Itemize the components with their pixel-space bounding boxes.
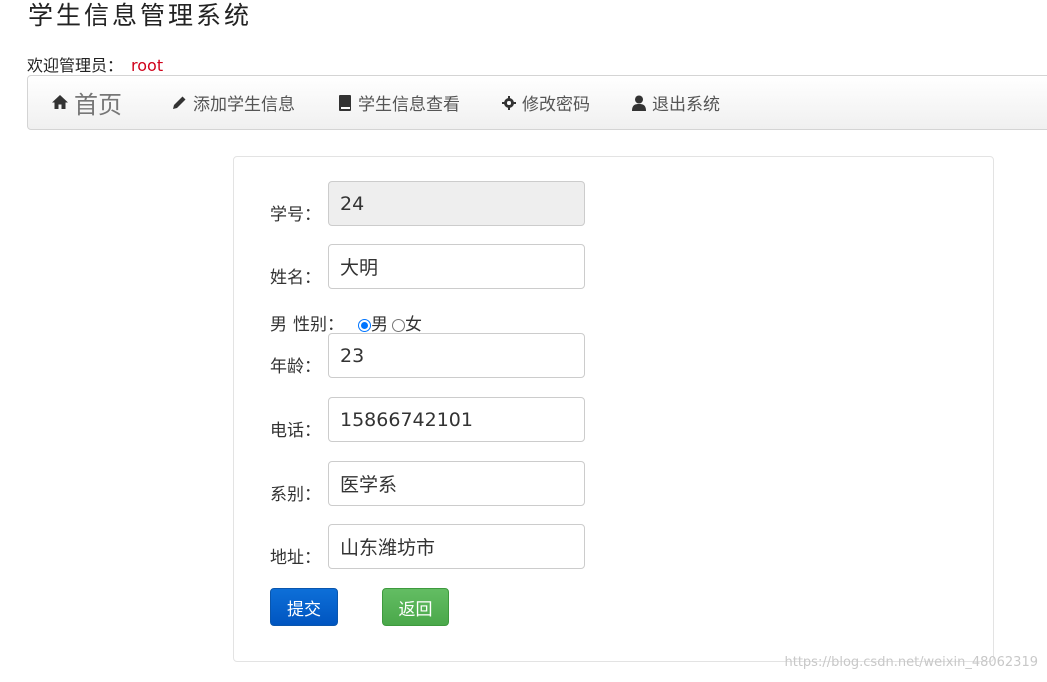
student-id-field[interactable] [328, 181, 585, 226]
welcome-label: 欢迎管理员： [27, 56, 124, 75]
department-field[interactable] [328, 461, 585, 506]
name-label: 姓名： [270, 268, 321, 288]
username: root [131, 56, 164, 75]
nav-logout-label: 退出系统 [652, 95, 720, 115]
submit-button[interactable]: 提交 [270, 588, 338, 626]
nav-view-students[interactable]: 学生信息查看 [338, 76, 460, 129]
nav-change-password-label: 修改密码 [522, 95, 590, 115]
nav-view-students-label: 学生信息查看 [358, 95, 460, 115]
book-icon [338, 94, 352, 111]
gender-female-label: 女 [405, 315, 422, 335]
nav-change-password[interactable]: 修改密码 [502, 76, 590, 129]
welcome-text: 欢迎管理员： root [27, 52, 163, 76]
nav-logout[interactable]: 退出系统 [632, 76, 720, 129]
watermark: https://blog.csdn.net/weixin_48062319 [784, 655, 1038, 670]
gender-male-label: 男 [371, 315, 388, 335]
gender-label: 性别： [293, 315, 344, 335]
back-button[interactable]: 返回 [382, 588, 449, 626]
pencil-icon [172, 95, 187, 110]
nav-add-student[interactable]: 添加学生信息 [172, 76, 295, 129]
address-field[interactable] [328, 524, 585, 569]
phone-field[interactable] [328, 397, 585, 442]
user-icon [632, 95, 646, 111]
gear-icon [502, 95, 516, 110]
department-label: 系别： [270, 485, 321, 505]
gender-current-value: 男 [270, 315, 287, 335]
gender-row: 男 性别： 男 女 [270, 310, 422, 335]
app-title: 学生信息管理系统 [28, 1, 253, 30]
age-label: 年龄： [270, 357, 321, 377]
gender-female-radio[interactable] [392, 319, 405, 332]
phone-label: 电话： [270, 421, 321, 441]
age-field[interactable] [328, 333, 585, 378]
student-id-label: 学号： [270, 205, 321, 225]
nav-home[interactable]: 首页 [52, 76, 122, 129]
address-label: 地址： [270, 548, 321, 568]
nav-add-student-label: 添加学生信息 [193, 95, 295, 115]
name-field[interactable] [328, 244, 585, 289]
home-icon [52, 95, 68, 110]
nav-home-label: 首页 [74, 91, 122, 119]
gender-male-radio[interactable] [358, 319, 371, 332]
navbar: 首页 添加学生信息 学生信息查看 修改密码 退出系统 [27, 75, 1047, 130]
